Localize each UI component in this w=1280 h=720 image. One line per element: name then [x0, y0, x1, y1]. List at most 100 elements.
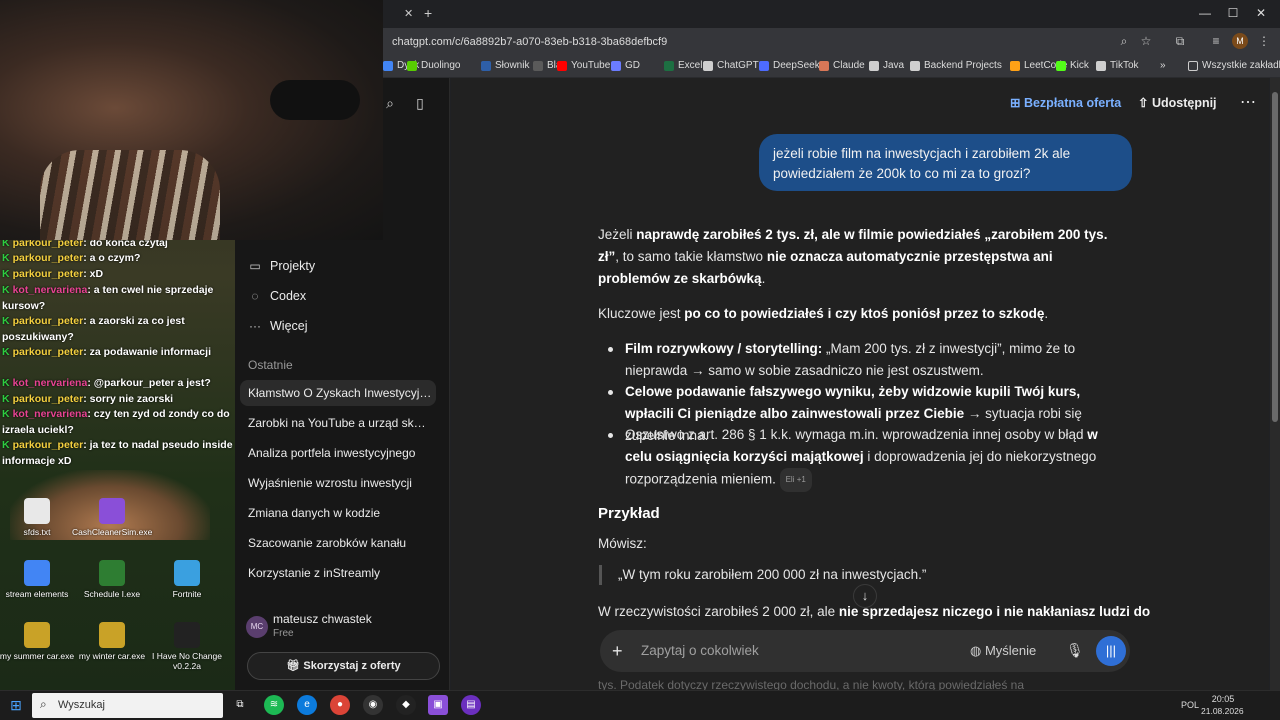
- chat-message: Kparkour_peter: xD: [2, 268, 104, 280]
- chat-text: a o czym?: [89, 252, 141, 264]
- taskbar-search-input[interactable]: Wyszukaj: [32, 693, 223, 718]
- maximize-icon[interactable]: ☐: [1224, 4, 1242, 22]
- bookmark-chatgpt[interactable]: ChatGPT: [703, 60, 759, 71]
- url-text[interactable]: chatgpt.com/c/6a8892b7-a070-83eb-b318-3b…: [392, 36, 667, 48]
- tab-close-icon[interactable]: ✕: [404, 7, 413, 20]
- striped-shirt: [40, 150, 220, 240]
- more-options-icon[interactable]: ⋯: [1240, 92, 1256, 112]
- scrollbar-thumb[interactable]: [1272, 92, 1278, 422]
- chat-item[interactable]: Zmiana danych w kodzie: [248, 506, 428, 520]
- nav-wiecej[interactable]: ··· Więcej: [248, 319, 308, 333]
- purple-app-icon[interactable]: ▣: [428, 695, 448, 715]
- all-bookmarks[interactable]: Wszystkie zakładki: [1188, 60, 1280, 71]
- kick-badge-icon: K: [2, 377, 10, 389]
- user-message: jeżeli robie film na inwestycjach i zaro…: [759, 134, 1132, 191]
- chat-text: sorry nie zaorski: [89, 393, 174, 405]
- bookmark-deepseek[interactable]: DeepSeek: [759, 60, 820, 71]
- language-indicator[interactable]: POL: [1181, 700, 1199, 710]
- bookmark-favicon-icon: [533, 60, 543, 71]
- profile-icon[interactable]: M: [1232, 33, 1248, 49]
- chat-username: kot_nervariena: [12, 284, 88, 296]
- gift-icon: 🎁︎: [286, 660, 304, 672]
- desktop-icon[interactable]: my winter car.exe: [72, 622, 152, 661]
- chat-username: parkour_peter: [12, 346, 84, 358]
- app-icon: [24, 560, 50, 586]
- zoom-icon[interactable]: ⌕: [1116, 33, 1132, 49]
- chat-message: Kparkour_peter: sorry nie zaorski: [2, 393, 174, 405]
- chat-item[interactable]: Analiza portfela inwestycyjnego: [248, 446, 428, 460]
- app-icon: [174, 560, 200, 586]
- user-name[interactable]: mateusz chwastek: [273, 612, 372, 626]
- chat-item[interactable]: Zarobki na YouTube a urząd skarbowy: [248, 416, 428, 430]
- thinking-toggle[interactable]: ◍ Myślenie: [970, 643, 1036, 659]
- app-icon[interactable]: ◆: [396, 695, 416, 715]
- bookmark-star-icon[interactable]: ☆: [1138, 33, 1154, 49]
- bookmark-tiktok[interactable]: TikTok: [1096, 60, 1139, 71]
- chrome-icon[interactable]: ●: [330, 695, 350, 715]
- free-offer-button[interactable]: ⊞ Bezpłatna oferta: [1010, 95, 1121, 110]
- bookmark-duolingo[interactable]: Duolingo: [407, 60, 460, 71]
- desktop-icon[interactable]: I Have No Change v0.2.2a: [147, 622, 227, 671]
- bookmark-backend-projects[interactable]: Backend Projects: [910, 60, 1002, 71]
- desktop-icon[interactable]: stream elements: [0, 560, 77, 599]
- answer-paragraph-1: Jeżeli naprawdę zarobiłeś 2 tys. zł, ale…: [598, 227, 1108, 286]
- nav-projekty[interactable]: ▭ Projekty: [248, 259, 315, 273]
- desktop-icon[interactable]: my summer car.exe: [0, 622, 77, 661]
- bookmark-favicon-icon: [407, 60, 417, 71]
- media-icon[interactable]: ≡: [1208, 33, 1224, 49]
- share-button[interactable]: ⇧ Udostępnij: [1138, 95, 1217, 110]
- kick-badge-icon: K: [2, 439, 10, 451]
- extensions-icon[interactable]: ⧉: [1172, 33, 1188, 49]
- bookmarks-overflow-icon[interactable]: »: [1160, 60, 1166, 71]
- spotify-icon[interactable]: ≋: [264, 695, 284, 715]
- chat-username: parkour_peter: [12, 315, 84, 327]
- desktop-icon[interactable]: Fortnite: [147, 560, 227, 599]
- browser-menu-icon[interactable]: ⋮: [1256, 33, 1272, 49]
- task-view-icon[interactable]: ⧉: [230, 695, 250, 715]
- desktop-icon[interactable]: sfds.txt: [0, 498, 77, 537]
- clock-time[interactable]: 20:05: [1208, 694, 1238, 704]
- sidebar-toggle-icon[interactable]: ▯: [411, 94, 429, 112]
- citation-badge[interactable]: Eli +1: [779, 468, 812, 492]
- close-window-icon[interactable]: ✕: [1252, 4, 1270, 22]
- bookmark-claude[interactable]: Claude: [819, 60, 865, 71]
- edge-icon[interactable]: e: [297, 695, 317, 715]
- microphone-icon[interactable]: 🎙︎: [1066, 642, 1084, 659]
- bullet-item-3: Oszustwo z art. 286 § 1 k.k. wymaga m.in…: [625, 424, 1128, 492]
- bookmark-słownik[interactable]: Słownik: [481, 60, 529, 71]
- desktop-icon[interactable]: CashCleanerSim.exe: [72, 498, 152, 537]
- bookmark-gd[interactable]: GD: [611, 60, 640, 71]
- desktop-icon[interactable]: Schedule I.exe: [72, 560, 152, 599]
- obs-icon[interactable]: ◉: [363, 695, 383, 715]
- chat-item[interactable]: Wyjaśnienie wzrostu inwestycji: [248, 476, 428, 490]
- chat-text: @parkour_peter a jest?: [93, 377, 211, 389]
- search-icon[interactable]: ⌕: [381, 94, 399, 112]
- kick-badge-icon: K: [2, 284, 10, 296]
- chat-item[interactable]: Szacowanie zarobków kanału: [248, 536, 428, 550]
- avatar[interactable]: MC: [246, 616, 268, 638]
- clock-date[interactable]: 21.08.2026: [1201, 706, 1244, 716]
- scroll-down-button[interactable]: ↓: [853, 584, 877, 608]
- prompt-input[interactable]: Zapytaj o cokolwiek: [641, 643, 759, 658]
- claim-offer-button[interactable]: 🎁︎ Skorzystaj z oferty: [247, 652, 440, 680]
- bookmark-favicon-icon: [1010, 60, 1020, 71]
- bookmark-excel[interactable]: Excel: [664, 60, 702, 71]
- codex-icon: ◌: [251, 289, 259, 303]
- voice-mode-icon[interactable]: |||: [1096, 636, 1126, 666]
- chat-text: za podawanie informacji: [89, 346, 211, 358]
- bookmark-java[interactable]: Java: [869, 60, 904, 71]
- twitch-icon[interactable]: ▤: [461, 695, 481, 715]
- chat-item[interactable]: Korzystanie z inStreamly: [248, 566, 428, 580]
- nav-codex[interactable]: ◌ Codex: [248, 289, 306, 303]
- windows-start-icon[interactable]: ⊞: [0, 690, 32, 720]
- add-attachment-icon[interactable]: +: [612, 641, 623, 662]
- bullet: [608, 390, 613, 395]
- bullet: [608, 433, 613, 438]
- kick-badge-icon: K: [2, 268, 10, 280]
- bookmark-kick[interactable]: Kick: [1056, 60, 1089, 71]
- new-tab-icon[interactable]: +: [424, 5, 432, 21]
- bookmark-youtube[interactable]: YouTube: [557, 60, 610, 71]
- chat-item-active[interactable]: Kłamstwo O Zyskach Inwestycyjnych: [240, 380, 436, 406]
- minimize-icon[interactable]: —: [1196, 4, 1214, 22]
- bookmark-favicon-icon: [664, 60, 674, 71]
